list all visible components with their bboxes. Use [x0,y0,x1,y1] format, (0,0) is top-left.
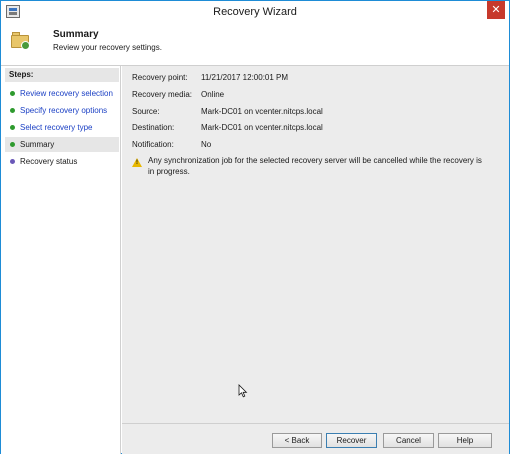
step-select-recovery-type[interactable]: Select recovery type [5,120,119,135]
recover-button[interactable]: Recover [326,433,377,448]
step-complete-icon [10,142,15,147]
step-complete-icon [10,91,15,96]
step-label: Specify recovery options [20,106,108,115]
step-recovery-status: Recovery status [5,154,119,169]
summary-content: Recovery point: 11/21/2017 12:00:01 PM R… [122,66,509,423]
step-complete-icon [10,125,15,130]
title-bar[interactable]: Recovery Wizard ✕ [1,1,509,23]
steps-heading: Steps: [5,68,119,82]
cancel-button[interactable]: Cancel [383,433,434,448]
recovery-wizard-window: Recovery Wizard ✕ Summary Review your re… [0,0,510,454]
steps-panel: Steps: Review recovery selection Specify… [1,66,121,454]
step-label: Review recovery selection [20,89,113,98]
page-subtitle: Review your recovery settings. [53,43,162,52]
help-button[interactable]: Help [438,433,492,448]
window-title: Recovery Wizard [213,6,297,18]
field-label: Recovery media: [132,90,193,99]
page-header: Summary Review your recovery settings. [1,23,509,66]
warning-icon: ! [132,158,142,167]
folder-summary-icon [11,32,31,50]
step-complete-icon [10,108,15,113]
field-value: Mark-DC01 on vcenter.nitcps.local [201,107,323,116]
step-summary: Summary [5,137,119,152]
back-button[interactable]: < Back [272,433,322,448]
step-pending-icon [10,159,15,164]
wizard-footer: < Back Recover Cancel Help [122,423,509,454]
step-review-recovery-selection[interactable]: Review recovery selection [5,86,119,101]
step-specify-recovery-options[interactable]: Specify recovery options [5,103,119,118]
field-label: Recovery point: [132,73,188,82]
mouse-cursor-icon [238,384,248,398]
field-value: Online [201,90,225,99]
field-value: No [201,140,212,149]
step-label: Recovery status [20,157,78,166]
field-value: 11/21/2017 12:00:01 PM [201,73,289,82]
field-label: Source: [132,107,160,116]
field-value: Mark-DC01 on vcenter.nitcps.local [201,123,323,132]
field-label: Notification: [132,140,174,149]
field-label: Destination: [132,123,175,132]
step-label: Summary [20,140,55,149]
step-label: Select recovery type [20,123,93,132]
page-title: Summary [53,29,99,40]
warning-text: Any synchronization job for the selected… [148,156,482,176]
close-icon[interactable]: ✕ [487,1,505,19]
